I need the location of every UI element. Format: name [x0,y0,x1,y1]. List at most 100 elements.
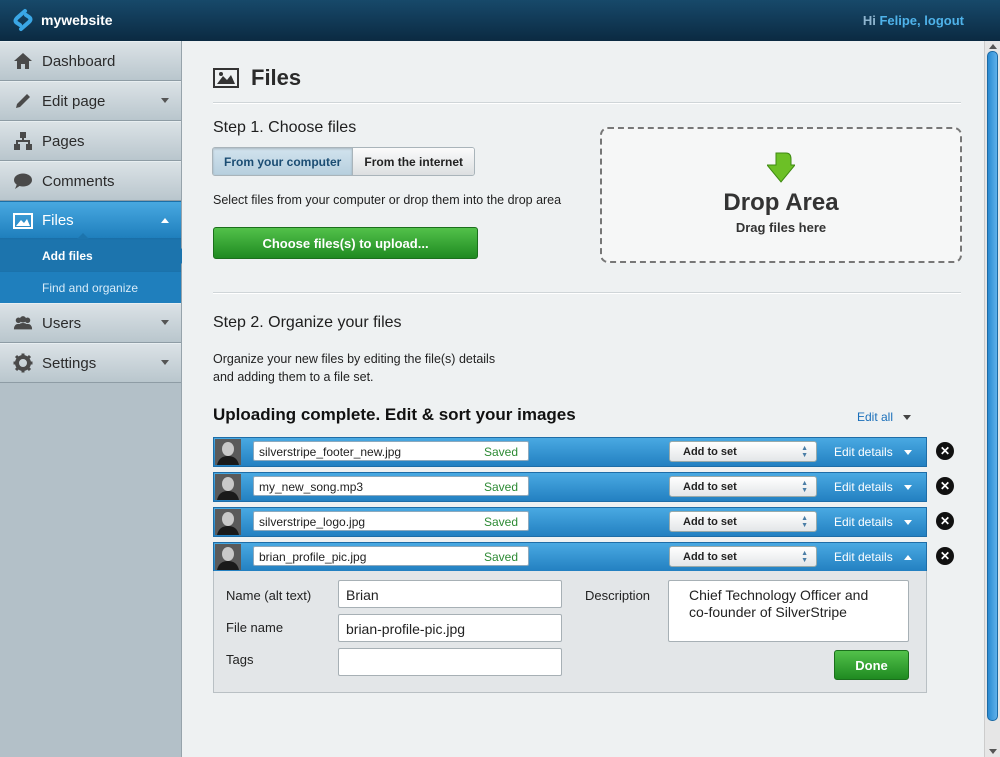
name-field[interactable]: Brian [338,580,562,608]
logo-icon [13,9,33,31]
organize-hint-line: Organize your new files by editing the f… [213,352,496,366]
file-thumbnail [215,509,241,535]
sidebar-item-edit-page[interactable]: Edit page [0,81,181,121]
add-to-set-label: Add to set [683,551,737,563]
file-row: brian_profile_pic.jpg Saved Add to set ▲ ▼ … [213,542,927,572]
chevron-down-icon[interactable] [904,450,912,455]
sidebar-item-files[interactable]: Files [0,201,181,239]
download-arrow-icon [767,152,795,183]
file-row: my_new_song.mp3 Saved Add to set ▲ ▼ Edit d… [213,472,927,502]
chevron-up-icon [161,218,169,223]
file-row: silverstripe_logo.jpg Saved Add to set ▲ ▼ … [213,507,927,537]
chevron-down-icon [161,360,169,365]
name-label: Name (alt text) [226,588,312,603]
sidebar-item-label: Pages [42,132,85,150]
select-arrows-icon: ▲ ▼ [801,445,808,459]
edit-details-toggle[interactable]: Edit details [834,438,893,466]
drop-area[interactable]: Drop Area Drag files here [600,127,962,263]
sidebar-item-dashboard[interactable]: Dashboard [0,41,181,81]
drop-area-title: Drop Area [723,189,839,216]
tab-from-internet[interactable]: From the internet [353,148,475,175]
add-to-set-label: Add to set [683,516,737,528]
description-field[interactable]: Chief Technology Officer and co-founder … [668,580,909,642]
picture-icon [213,68,239,88]
choose-files-button[interactable]: Choose files(s) to upload... [213,227,478,259]
edit-details-toggle[interactable]: Edit details [834,543,893,571]
add-to-set-select[interactable]: Add to set ▲ ▼ [669,546,817,567]
files-submenu: Add files Find and organize [0,233,188,303]
step2-title: Step 2. Organize your files [213,314,402,331]
scroll-down-icon[interactable] [989,749,997,754]
tags-field[interactable] [338,648,562,676]
top-bar: mywebsite Hi Felipe, logout [0,0,1000,41]
gear-icon [13,353,33,373]
pencil-icon [16,94,30,108]
logo[interactable]: mywebsite [11,8,113,32]
picture-icon [13,213,33,229]
organize-hint-line: and adding them to a file set. [213,370,374,384]
select-arrows-icon: ▲ ▼ [801,550,808,564]
scrollbar[interactable] [984,41,1000,757]
chevron-down-icon [903,414,912,420]
add-to-set-label: Add to set [683,481,737,493]
sidebar-item-comments[interactable]: Comments [0,161,181,201]
users-icon [13,316,33,330]
user-name-link[interactable]: Felipe, [879,13,920,28]
user-greeting: Hi Felipe, logout [863,13,964,28]
done-button[interactable]: Done [834,650,909,680]
remove-file-button[interactable]: ✕ [936,512,954,530]
select-hint: Select files from your computer or drop … [213,193,562,207]
edit-details-toggle[interactable]: Edit details [834,473,893,501]
sidebar-subitem-find-organize[interactable]: Find and organize [0,271,181,303]
select-arrows-icon: ▲ ▼ [801,515,808,529]
add-to-set-select[interactable]: Add to set ▲ ▼ [669,476,817,497]
file-name-field[interactable]: brian-profile-pic.jpg [338,614,562,642]
divider [213,102,961,104]
chevron-down-icon[interactable] [904,485,912,490]
step1-title: Step 1. Choose files [213,119,357,136]
description-line: co-founder of SilverStripe [689,604,847,620]
sidebar-subitem-add-files[interactable]: Add files [0,239,188,271]
page-title-text: Files [251,65,302,90]
tab-from-computer[interactable]: From your computer [213,148,354,175]
drop-area-subtitle: Drag files here [735,220,827,235]
scroll-up-icon[interactable] [989,44,997,49]
logo-text: mywebsite [41,12,113,28]
divider [213,292,961,294]
chevron-up-icon[interactable] [904,555,912,560]
file-name-input[interactable]: brian_profile_pic.jpg Saved [253,546,529,566]
sidebar-item-pages[interactable]: Pages [0,121,181,161]
select-arrows-icon: ▲ ▼ [801,480,808,494]
remove-file-button[interactable]: ✕ [936,547,954,565]
file-name-input[interactable]: silverstripe_footer_new.jpg Saved [253,441,529,461]
file-row: silverstripe_footer_new.jpg Saved Add to … [213,437,927,467]
sidebar-item-users[interactable]: Users [0,303,181,343]
organize-hint: Organize your new files by editing the f… [213,350,495,386]
scrollbar-thumb[interactable] [987,51,998,721]
sidebar-item-settings[interactable]: Settings [0,343,181,383]
remove-file-button[interactable]: ✕ [936,442,954,460]
sidebar-item-label: Edit page [42,92,106,110]
description-line: Chief Technology Officer and [689,587,869,603]
remove-file-button[interactable]: ✕ [936,477,954,495]
file-name-label: File name [226,620,284,635]
saved-status: Saved [483,480,518,494]
chevron-down-icon [161,320,169,325]
edit-all-link[interactable]: Edit all [857,410,912,424]
add-to-set-select[interactable]: Add to set ▲ ▼ [669,441,817,462]
file-name-text: silverstripe_footer_new.jpg [259,445,402,459]
edit-details-toggle[interactable]: Edit details [834,508,893,536]
description-label: Description [585,588,651,603]
sidebar-item-label: Comments [42,172,115,190]
edit-all-label: Edit all [857,410,894,424]
sidebar-item-label: Files [42,211,74,229]
file-name-input[interactable]: my_new_song.mp3 Saved [253,476,529,496]
chevron-down-icon[interactable] [904,520,912,525]
file-name-text: silverstripe_logo.jpg [259,515,366,529]
logout-link[interactable]: logout [924,13,964,28]
add-to-set-select[interactable]: Add to set ▲ ▼ [669,511,817,532]
sidebar-item-label: Settings [42,354,97,372]
chevron-down-icon [161,98,169,103]
file-name-input[interactable]: silverstripe_logo.jpg Saved [253,511,529,531]
sitemap-icon [14,132,32,150]
